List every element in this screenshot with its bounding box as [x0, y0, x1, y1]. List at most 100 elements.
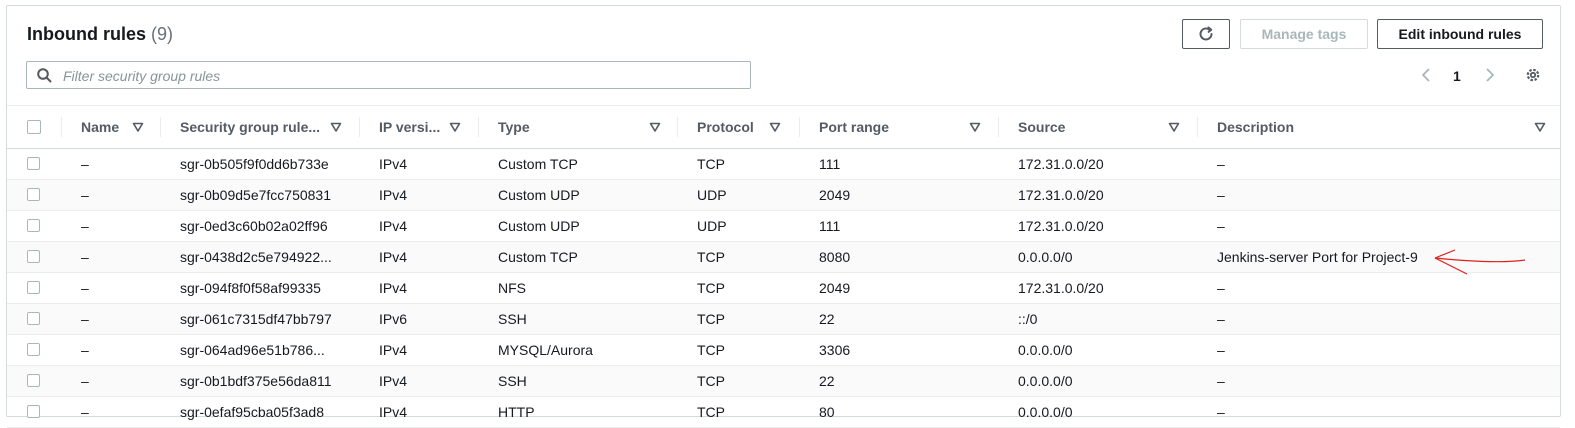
select-all-checkbox[interactable] — [27, 120, 41, 134]
column-header-type[interactable]: Type — [478, 106, 697, 148]
manage-tags-button[interactable]: Manage tags — [1240, 19, 1368, 49]
cell-protocol: TCP — [697, 404, 725, 420]
cell-description: – — [1217, 342, 1225, 358]
cell-name: – — [81, 342, 89, 358]
column-header-protocol[interactable]: Protocol — [677, 106, 819, 148]
edit-inbound-rules-button[interactable]: Edit inbound rules — [1377, 19, 1543, 49]
table-row[interactable]: – sgr-0ed3c60b02a02ff96 IPv4 Custom UDP UDP 1… — [7, 211, 1560, 242]
cell-port-range: 3306 — [819, 342, 851, 358]
column-label: Source — [1018, 119, 1066, 135]
table-row[interactable]: – sgr-0b1bdf375e56da811 IPv4 SSH TCP 22 0.0.0.… — [7, 366, 1560, 397]
cell-security-group-rule-id: sgr-0ed3c60b02a02ff96 — [180, 218, 328, 234]
column-divider — [677, 117, 678, 137]
cell-source: 172.31.0.0/20 — [1018, 218, 1104, 234]
row-checkbox[interactable] — [27, 188, 40, 201]
table-row[interactable]: – sgr-0b09d5e7fcc750831 IPv4 Custom UDP UDP 2… — [7, 180, 1560, 211]
cell-description: – — [1217, 280, 1225, 296]
cell-name: – — [81, 373, 89, 389]
cell-security-group-rule-id: sgr-0b09d5e7fcc750831 — [180, 187, 332, 203]
cell-security-group-rule-id: sgr-0438d2c5e794922... — [180, 249, 332, 265]
sort-caret-icon[interactable] — [769, 121, 781, 133]
table-row[interactable]: – sgr-0efaf95cba05f3ad8 IPv4 HTTP TCP 80 0.0.0… — [7, 397, 1560, 428]
filter-search-box[interactable] — [26, 61, 751, 89]
cell-security-group-rule-id: sgr-064ad96e51b786... — [180, 342, 325, 358]
table-row[interactable]: – sgr-094f8f0f58af99335 IPv4 NFS TCP 2049 172.… — [7, 273, 1560, 304]
cell-port-range: 22 — [819, 373, 835, 389]
cell-port-range: 8080 — [819, 249, 851, 265]
next-page-icon[interactable] — [1483, 67, 1497, 83]
cell-name: – — [81, 218, 89, 234]
sort-caret-icon[interactable] — [1168, 121, 1180, 133]
cell-ip-version: IPv4 — [379, 156, 408, 172]
column-header-description[interactable]: Description — [1197, 106, 1560, 148]
inbound-rules-panel: Inbound rules (9) Manage tags Edit inbou… — [6, 5, 1561, 428]
cell-ip-version: IPv4 — [379, 280, 408, 296]
title-text: Inbound rules — [27, 24, 146, 44]
sort-caret-icon[interactable] — [1534, 121, 1546, 133]
row-checkbox[interactable] — [27, 157, 40, 170]
row-checkbox[interactable] — [27, 250, 40, 263]
refresh-button[interactable] — [1182, 19, 1230, 49]
sort-caret-icon[interactable] — [330, 121, 342, 133]
column-label: IP versi... — [379, 119, 441, 135]
column-header-port-range[interactable]: Port range — [799, 106, 1018, 148]
sort-caret-icon[interactable] — [132, 121, 144, 133]
cell-ip-version: IPv4 — [379, 404, 408, 420]
filter-input[interactable] — [61, 65, 745, 87]
column-divider — [1197, 117, 1198, 137]
sort-caret-icon[interactable] — [649, 121, 661, 133]
table-row[interactable]: – sgr-064ad96e51b786... IPv4 MYSQL/Aurora TC… — [7, 335, 1560, 366]
column-divider — [359, 117, 360, 137]
cell-ip-version: IPv4 — [379, 218, 408, 234]
cell-source: 0.0.0.0/0 — [1018, 373, 1073, 389]
row-checkbox[interactable] — [27, 281, 40, 294]
cell-type: Custom TCP — [498, 156, 578, 172]
table-row[interactable]: – sgr-0b505f9f0dd6b733e IPv4 Custom TCP TCP 1… — [7, 149, 1560, 180]
cell-name: – — [81, 404, 89, 420]
cell-description: – — [1217, 373, 1225, 389]
column-header-security-group-rule-id[interactable]: Security group rule... — [160, 106, 379, 148]
row-checkbox[interactable] — [27, 312, 40, 325]
refresh-icon — [1199, 26, 1213, 41]
cell-port-range: 111 — [819, 218, 841, 234]
red-arrow-annotation — [1434, 249, 1526, 275]
row-checkbox[interactable] — [27, 219, 40, 232]
row-checkbox[interactable] — [27, 343, 40, 356]
column-label: Type — [498, 119, 530, 135]
sort-caret-icon[interactable] — [969, 121, 981, 133]
column-label: Description — [1217, 119, 1295, 135]
cell-protocol: TCP — [697, 342, 725, 358]
gear-icon[interactable] — [1524, 66, 1542, 84]
column-label: Port range — [819, 119, 890, 135]
row-checkbox[interactable] — [27, 405, 40, 418]
previous-page-icon[interactable] — [1419, 67, 1433, 83]
cell-port-range: 111 — [819, 156, 841, 172]
cell-ip-version: IPv4 — [379, 342, 408, 358]
cell-port-range: 22 — [819, 311, 835, 327]
cell-source: 0.0.0.0/0 — [1018, 404, 1073, 420]
column-divider — [61, 117, 62, 137]
cell-protocol: TCP — [697, 280, 725, 296]
cell-port-range: 2049 — [819, 280, 851, 296]
cell-type: NFS — [498, 280, 526, 296]
cell-name: – — [81, 311, 89, 327]
cell-description: – — [1217, 404, 1225, 420]
column-divider — [998, 117, 999, 137]
column-header-source[interactable]: Source — [998, 106, 1217, 148]
cell-protocol: TCP — [697, 373, 725, 389]
column-divider — [478, 117, 479, 137]
column-divider — [799, 117, 800, 137]
table-row[interactable]: – sgr-061c7315df47bb797 IPv6 SSH TCP 22::/0 – — [7, 304, 1560, 335]
cell-type: Custom TCP — [498, 249, 578, 265]
sort-caret-icon[interactable] — [449, 121, 461, 133]
cell-description: – — [1217, 187, 1225, 203]
cell-description: – — [1217, 311, 1225, 327]
cell-type: MYSQL/Aurora — [498, 342, 593, 358]
cell-source: 172.31.0.0/20 — [1018, 187, 1104, 203]
table-row[interactable]: – sgr-0438d2c5e794922... IPv4 Custom TCP TCP… — [7, 242, 1560, 273]
cell-port-range: 2049 — [819, 187, 851, 203]
row-checkbox[interactable] — [27, 374, 40, 387]
page-number[interactable]: 1 — [1453, 68, 1461, 84]
cell-ip-version: IPv4 — [379, 187, 408, 203]
cell-source: 172.31.0.0/20 — [1018, 156, 1104, 172]
